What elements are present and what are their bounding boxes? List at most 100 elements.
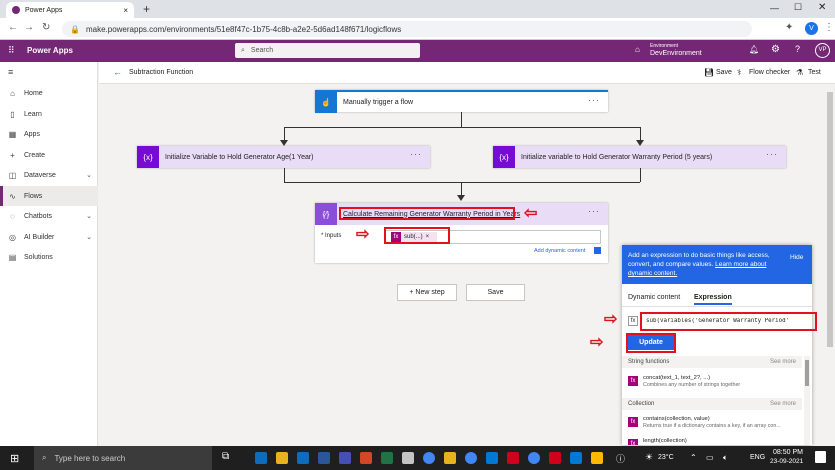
sticky-notes-icon[interactable] <box>591 452 603 464</box>
edge-icon[interactable] <box>255 452 267 464</box>
nav-item-learn[interactable]: ▯ Learn <box>0 104 98 124</box>
tab-expression[interactable]: Expression <box>694 294 732 305</box>
back-arrow-icon[interactable]: ← <box>113 67 122 77</box>
browser-tab[interactable]: Power Apps × <box>6 2 134 18</box>
search-box[interactable]: ⌕ Search <box>235 43 420 58</box>
nav-item-home[interactable]: ⌂ Home <box>0 83 98 103</box>
function-item-contains[interactable]: fx contains(collection, value) Returns tr… <box>628 415 806 437</box>
maximize-icon[interactable]: ☐ <box>794 2 802 13</box>
teams-icon[interactable] <box>339 452 351 464</box>
nav-item-dataverse[interactable]: ◫ Dataverse ⌄ <box>0 165 98 185</box>
initialize-variable-card-2[interactable]: {x} Initialize variable to Hold Generato… <box>493 146 786 168</box>
canvas-scrollbar[interactable] <box>825 84 835 446</box>
flow-name: Subtraction Function <box>129 69 194 76</box>
more-options-icon[interactable]: ··· <box>588 206 600 216</box>
highlight-box-title <box>339 207 515 220</box>
reload-icon[interactable]: ↻ <box>42 22 50 33</box>
address-field[interactable]: 🔒 make.powerapps.com/environments/51e8f4… <box>62 21 752 37</box>
file-explorer-icon[interactable] <box>276 452 288 464</box>
book-icon: ▯ <box>10 109 15 119</box>
chrome-icon[interactable] <box>465 452 477 464</box>
word-icon[interactable] <box>318 452 330 464</box>
hamburger-icon[interactable]: ≡ <box>8 67 13 77</box>
annotation-arrow-icon: ⇦ <box>524 205 538 222</box>
task-view-icon[interactable]: ⧉ <box>222 451 229 462</box>
home-icon: ⌂ <box>10 88 15 98</box>
close-window-icon[interactable]: ✕ <box>818 2 826 13</box>
clock-date[interactable]: 23-09-2021 <box>770 458 803 465</box>
language-indicator[interactable]: ENG <box>750 454 765 461</box>
taskbar-search[interactable]: ⌕ Type here to search <box>34 446 212 470</box>
network-icon[interactable]: ▭ <box>706 453 714 462</box>
profile-avatar[interactable]: V <box>805 22 818 35</box>
new-tab-button[interactable]: + <box>143 2 150 16</box>
flow-checker-command[interactable]: Flow checker <box>749 69 790 76</box>
gear-icon[interactable]: ⚙ <box>771 44 780 55</box>
back-icon[interactable]: ← <box>8 22 18 33</box>
save-command[interactable]: Save <box>716 69 732 76</box>
annotation-arrow-icon: ⇨ <box>590 334 604 351</box>
command-bar: ← Subtraction Function 💾︎ Save ⚕ Flow ch… <box>99 62 835 84</box>
panel-scrollbar[interactable] <box>804 356 810 445</box>
compose-icon: {⁄} <box>315 203 337 225</box>
highlight-box-update <box>626 333 676 353</box>
new-step-button[interactable]: + New step <box>397 284 457 301</box>
user-avatar[interactable]: VP <box>815 43 830 58</box>
function-item-concat[interactable]: fx concat(text_1, text_2?, ...) Combines … <box>628 374 806 396</box>
hide-link[interactable]: Hide <box>790 254 803 261</box>
see-more-link[interactable]: See more <box>770 401 796 407</box>
app-name[interactable]: Power Apps <box>27 46 73 55</box>
add-dynamic-content-link[interactable]: Add dynamic content <box>534 248 585 254</box>
acrobat-icon[interactable] <box>549 452 561 464</box>
test-command[interactable]: Test <box>808 69 821 76</box>
clock-time[interactable]: 08:50 PM <box>773 449 803 456</box>
minimize-icon[interactable]: — <box>770 3 779 13</box>
chrome-icon[interactable] <box>528 452 540 464</box>
scrollbar-thumb[interactable] <box>827 92 833 347</box>
waffle-icon[interactable]: ⠿ <box>8 45 15 56</box>
trigger-card[interactable]: ☝ Manually trigger a flow ··· <box>315 90 608 113</box>
nav-item-create[interactable]: + Create <box>0 145 98 165</box>
volume-icon[interactable]: 🔈︎ <box>723 453 728 463</box>
see-more-link[interactable]: See more <box>770 359 796 365</box>
weather-temperature[interactable]: 23°C <box>658 454 674 461</box>
more-options-icon[interactable]: ··· <box>588 95 600 105</box>
acrobat-icon[interactable] <box>507 452 519 464</box>
notification-icon[interactable] <box>815 451 826 463</box>
app-icon[interactable] <box>570 452 582 464</box>
app-icon[interactable] <box>486 452 498 464</box>
excel-icon[interactable] <box>381 452 393 464</box>
tray-chevron-icon[interactable]: ⌃ <box>690 453 697 462</box>
more-options-icon[interactable]: ··· <box>766 149 778 159</box>
weather-icon: ☀ <box>645 452 654 462</box>
close-tab-icon[interactable]: × <box>123 6 128 15</box>
tab-title: Power Apps <box>25 6 63 14</box>
test-icon: ⚗ <box>796 68 804 77</box>
nav-item-ai-builder[interactable]: ◎ AI Builder ⌄ <box>0 227 98 247</box>
outlook-icon[interactable] <box>297 452 309 464</box>
more-options-icon[interactable]: ··· <box>410 149 422 159</box>
chrome-icon[interactable] <box>423 452 435 464</box>
folder-icon[interactable] <box>444 452 456 464</box>
help-circle-icon[interactable]: ⓘ <box>616 452 625 465</box>
tab-dynamic-content[interactable]: Dynamic content <box>628 294 680 301</box>
browser-menu-icon[interactable]: ⋮ <box>824 22 834 33</box>
nav-item-solutions[interactable]: ▤ Solutions <box>0 247 98 267</box>
help-icon[interactable]: ? <box>795 44 800 54</box>
extensions-icon[interactable]: ✦ <box>785 22 793 33</box>
notepad-icon[interactable] <box>402 452 414 464</box>
function-item-length[interactable]: fx length(collection) <box>628 437 806 445</box>
nav-item-apps[interactable]: ▦ Apps <box>0 124 98 144</box>
windows-start-icon[interactable]: ⊞ <box>10 452 19 465</box>
forward-icon[interactable]: → <box>24 22 34 33</box>
environment-name[interactable]: DevEnvironment <box>650 50 702 57</box>
scrollbar-thumb[interactable] <box>805 360 809 386</box>
add-dynamic-icon[interactable] <box>594 247 601 254</box>
initialize-variable-card-1[interactable]: {x} Initialize Variable to Hold Generato… <box>137 146 430 168</box>
nav-item-flows[interactable]: ∿ Flows <box>0 186 98 206</box>
bell-icon[interactable]: 🔔︎ <box>749 45 759 54</box>
powerpoint-icon[interactable] <box>360 452 372 464</box>
chevron-down-icon: ⌄ <box>86 213 92 220</box>
save-flow-button[interactable]: Save <box>466 284 525 301</box>
nav-item-chatbots[interactable]: ◌ Chatbots ⌄ <box>0 206 98 226</box>
